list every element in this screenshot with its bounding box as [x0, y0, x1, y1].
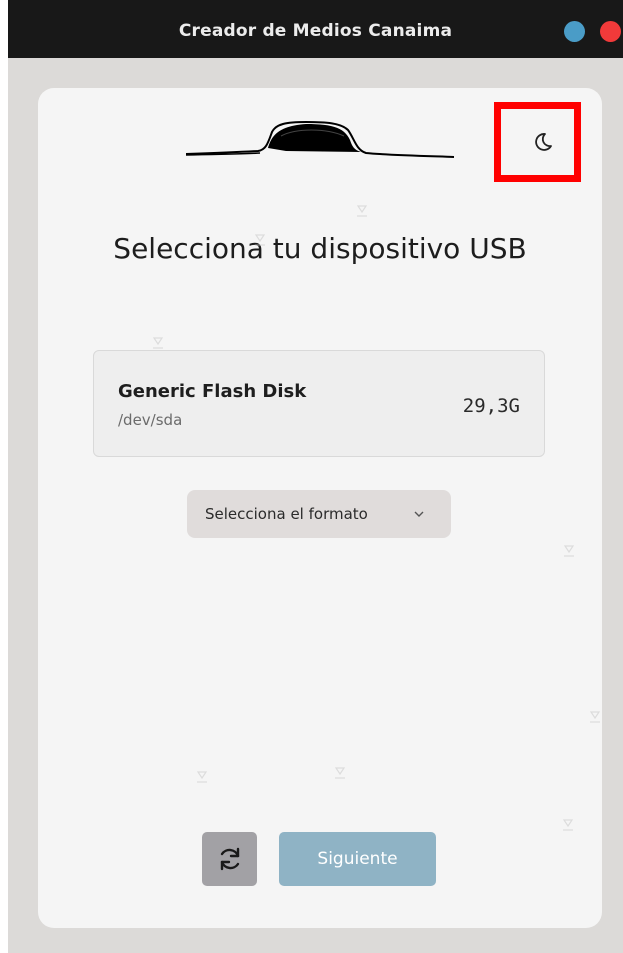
- next-button[interactable]: Siguiente: [279, 832, 436, 886]
- format-select[interactable]: Selecciona el formato: [187, 490, 451, 538]
- theme-toggle-button[interactable]: [526, 125, 560, 159]
- watermark-icon: [563, 545, 575, 557]
- main-card: Selecciona tu dispositivo USB Generic Fl…: [38, 88, 602, 928]
- format-select-label: Selecciona el formato: [205, 505, 368, 523]
- watermark-icon: [562, 819, 574, 831]
- window-title: Creador de Medios Canaima: [178, 21, 453, 41]
- tepui-logo-icon: [186, 120, 455, 158]
- page-title: Selecciona tu dispositivo USB: [113, 232, 527, 265]
- device-path: /dev/sda: [118, 411, 183, 429]
- device-size: 29,3G: [462, 395, 520, 417]
- chevron-down-icon: [414, 511, 424, 517]
- device-item-sda[interactable]: Generic Flash Disk /dev/sda 29,3G: [93, 350, 545, 457]
- refresh-icon: [220, 847, 239, 871]
- watermark-icon: [152, 337, 164, 349]
- watermark-icon: [196, 771, 208, 783]
- watermark-icon: [589, 711, 601, 723]
- refresh-button[interactable]: [202, 832, 257, 886]
- title-bar[interactable]: Creador de Medios Canaima: [8, 0, 623, 58]
- minimize-button[interactable]: [564, 21, 585, 42]
- device-name: Generic Flash Disk: [118, 381, 307, 402]
- app-window: Creador de Medios Canaima Selecciona tu …: [8, 0, 623, 953]
- close-button[interactable]: [600, 21, 621, 42]
- moon-icon: [535, 133, 552, 151]
- watermark-icon: [254, 234, 266, 246]
- watermark-icon: [334, 767, 346, 779]
- watermark-icon: [356, 205, 368, 217]
